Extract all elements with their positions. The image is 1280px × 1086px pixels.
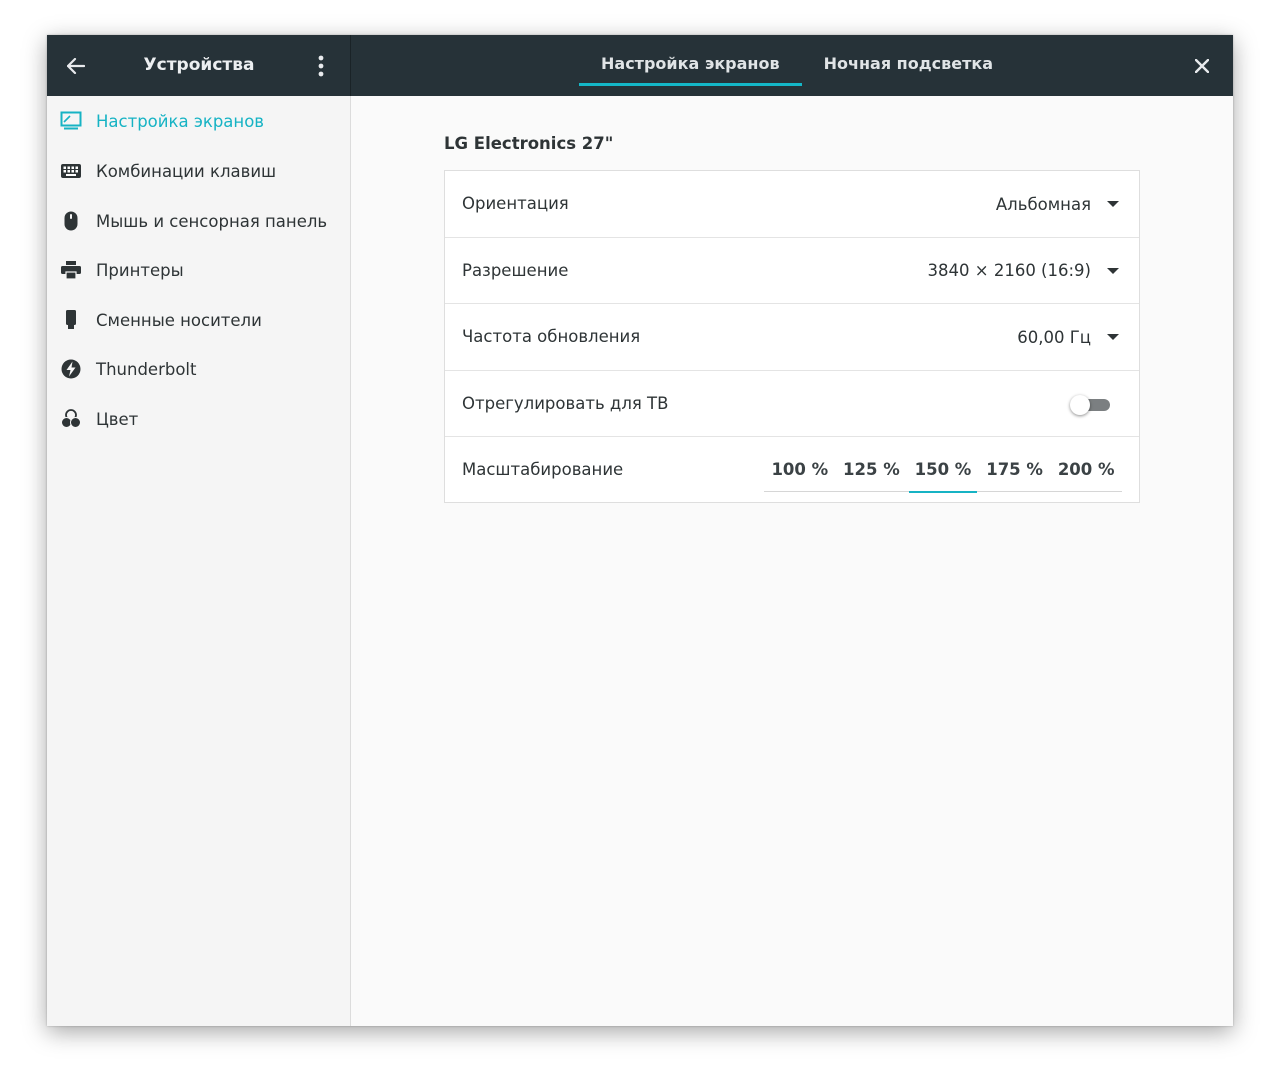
sidebar-item-label: Комбинации клавиш [96,161,277,181]
sidebar-item-printers[interactable]: Принтеры [47,248,350,292]
orientation-dropdown[interactable]: Альбомная [996,171,1119,237]
sidebar-item-label: Мышь и сенсорная панель [96,211,328,231]
sidebar-item-removable-media[interactable]: Сменные носители [47,298,350,342]
sidebar-item-label: Сменные носители [96,310,262,330]
sidebar-item-thunderbolt[interactable]: Thunderbolt [47,347,350,391]
sidebar-item-mouse[interactable]: Мышь и сенсорная панель [47,199,350,243]
resolution-value: 3840 × 2160 (16:9) [927,261,1091,281]
printer-icon [59,258,83,282]
sidebar-item-label: Настройка экранов [96,111,265,131]
refresh-rate-dropdown[interactable]: 60,00 Гц [1017,304,1119,370]
tv-adjust-row: Отрегулировать для ТВ [445,371,1139,438]
header-bar: Устройства Настройка экранов Ночная подс… [47,35,1233,96]
more-vertical-icon [318,55,324,77]
refresh-rate-row: Частота обновления 60,00 Гц [445,304,1139,371]
sidebar-item-label: Thunderbolt [96,359,197,379]
caret-down-icon [1107,267,1119,274]
scaling-options: 100 % 125 % 150 % 175 % 200 % [764,437,1122,494]
tab-displays[interactable]: Настройка экранов [579,35,802,96]
caret-down-icon [1107,334,1119,341]
display-icon [59,109,83,133]
close-button[interactable] [1189,53,1215,79]
refresh-rate-label: Частота обновления [462,327,641,347]
main-content: LG Electronics 27" Ориентация Альбомная … [352,96,1233,1026]
orientation-value: Альбомная [995,194,1091,214]
sidebar-item-color[interactable]: Цвет [47,397,350,441]
orientation-row: Ориентация Альбомная [445,171,1139,238]
close-icon [1195,59,1209,73]
scaling-label: Масштабирование [462,460,624,480]
sidebar: Настройка экранов Комбинации клавиш Мышь… [47,96,351,1026]
scale-option-150[interactable]: 150 % [907,437,979,494]
header-left-pane: Устройства [47,35,351,96]
toggle-knob [1070,394,1090,415]
tv-adjust-label: Отрегулировать для ТВ [462,393,669,413]
sidebar-item-keyboard[interactable]: Комбинации клавиш [47,149,350,193]
resolution-dropdown[interactable]: 3840 × 2160 (16:9) [928,238,1119,304]
scale-option-100[interactable]: 100 % [764,437,836,492]
scale-option-175[interactable]: 175 % [979,437,1051,492]
device-title: LG Electronics 27" [444,134,614,153]
header-tabs: Настройка экранов Ночная подсветка [579,35,1015,96]
header-title: Устройства [143,55,255,75]
arrow-left-icon [67,58,85,74]
keyboard-icon [59,159,83,183]
display-settings-card: Ориентация Альбомная Разрешение 3840 × 2… [444,170,1140,503]
scaling-row: Масштабирование 100 % 125 % 150 % 175 % … [445,437,1139,504]
resolution-row: Разрешение 3840 × 2160 (16:9) [445,238,1139,305]
sidebar-item-displays[interactable]: Настройка экранов [47,99,350,143]
sidebar-item-label: Принтеры [96,260,184,280]
color-icon [59,407,83,431]
orientation-label: Ориентация [462,194,569,213]
thunderbolt-icon [59,357,83,381]
tv-adjust-toggle[interactable] [1070,394,1112,415]
back-button[interactable] [63,53,89,79]
resolution-label: Разрешение [462,260,569,280]
scale-option-125[interactable]: 125 % [836,437,908,492]
mouse-icon [59,209,83,233]
caret-down-icon [1107,201,1119,207]
usb-drive-icon [59,308,83,332]
sidebar-item-label: Цвет [96,409,139,429]
refresh-rate-value: 60,00 Гц [1017,327,1091,347]
menu-button[interactable] [309,53,333,79]
tab-night-light[interactable]: Ночная подсветка [802,35,1015,96]
settings-window: Устройства Настройка экранов Ночная подс… [47,35,1233,1026]
scale-option-200[interactable]: 200 % [1050,437,1122,492]
